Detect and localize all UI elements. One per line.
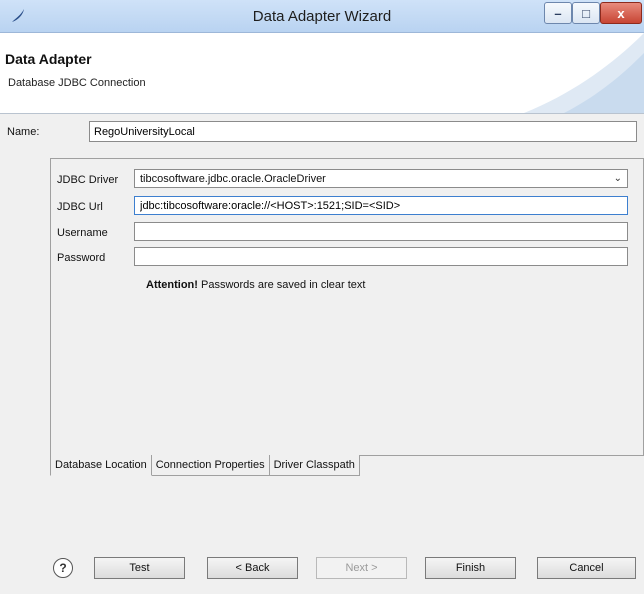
attention-label: Attention! [146,279,198,291]
wizard-window: Data Adapter Wizard – □ x Data Adapter D… [0,0,644,594]
jdbc-driver-label: JDBC Driver [57,174,119,186]
close-button[interactable]: x [600,2,642,24]
tab-database-location[interactable]: Database Location [50,455,152,476]
finish-button[interactable]: Finish [425,557,516,579]
chevron-down-icon[interactable]: ⌄ [614,173,622,184]
name-label: Name: [7,126,40,138]
page-title: Data Adapter [5,51,92,67]
page-subtitle: Database JDBC Connection [8,77,146,89]
back-button[interactable]: < Back [207,557,298,579]
test-button[interactable]: Test [94,557,185,579]
password-input[interactable] [134,247,628,266]
header-decoration [524,33,644,113]
next-button[interactable]: Next > [316,557,407,579]
jdbc-driver-value: tibcosoftware.jdbc.oracle.OracleDriver [140,172,326,185]
name-input[interactable] [89,121,637,142]
jdbc-url-label: JDBC Url [57,201,103,213]
jdbc-driver-select[interactable]: tibcosoftware.jdbc.oracle.OracleDriver ⌄ [134,169,628,188]
minimize-button[interactable]: – [544,2,572,24]
username-label: Username [57,227,108,239]
wizard-header: Data Adapter Database JDBC Connection [0,33,644,114]
maximize-button[interactable]: □ [572,2,600,24]
tab-bar: Database Location Connection Properties … [50,455,360,477]
title-bar: Data Adapter Wizard – □ x [0,0,644,33]
password-label: Password [57,252,106,264]
attention-text: Passwords are saved in clear text [197,279,366,291]
tab-driver-classpath[interactable]: Driver Classpath [269,455,360,476]
help-icon[interactable]: ? [53,558,73,578]
jdbc-url-input[interactable] [134,196,628,215]
cancel-button[interactable]: Cancel [537,557,636,579]
tab-connection-properties[interactable]: Connection Properties [151,455,270,476]
password-warning: Attention! Passwords are saved in clear … [146,279,365,291]
username-input[interactable] [134,222,628,241]
